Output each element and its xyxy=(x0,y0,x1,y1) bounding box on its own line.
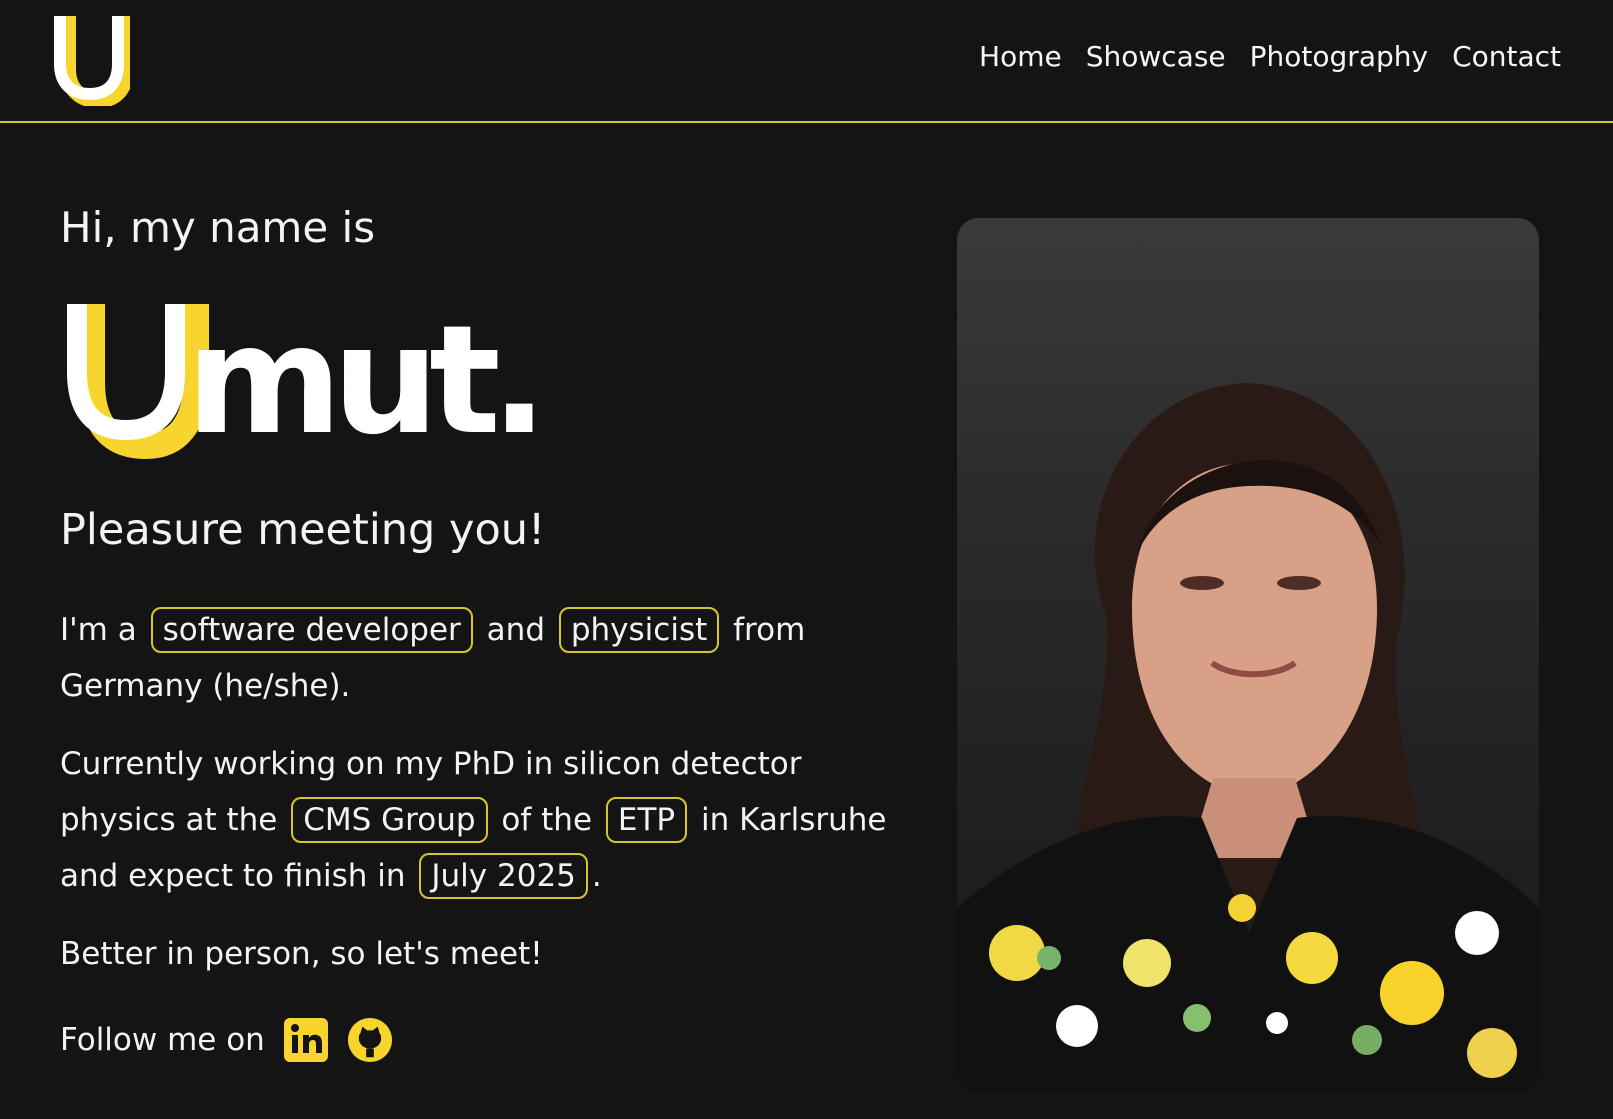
hero-name-text: mut. xyxy=(186,300,538,460)
software-developer-tag: software developer xyxy=(150,607,473,653)
nav-contact[interactable]: Contact xyxy=(1452,37,1561,77)
hero-name-graphic: mut. xyxy=(67,294,548,468)
hero-subtitle: Pleasure meeting you! xyxy=(60,505,546,555)
hero-greeting: Hi, my name is xyxy=(60,203,376,252)
finish-date-tag: July 2025 xyxy=(419,853,588,899)
intro-text-2: and xyxy=(486,612,545,648)
hero-section: Hi, my name is mut. Pleasure meeting you… xyxy=(60,200,920,1068)
nav-photography[interactable]: Photography xyxy=(1250,37,1428,77)
meet-text: Better in person, so let's meet! xyxy=(60,936,543,972)
profile-photo xyxy=(957,218,1539,1093)
cms-group-tag[interactable]: CMS Group xyxy=(291,797,488,843)
nav-home[interactable]: Home xyxy=(979,37,1062,77)
site-logo[interactable] xyxy=(54,14,134,109)
intro-text-1: I'm a xyxy=(60,612,137,648)
phd-text-2: of the xyxy=(501,802,593,838)
phd-paragraph: Currently working on my PhD in silicon d… xyxy=(60,736,920,904)
main-navigation: Home Showcase Photography Contact xyxy=(979,37,1561,77)
github-link[interactable] xyxy=(347,1017,393,1063)
follow-label: Follow me on xyxy=(60,1022,265,1058)
etp-tag[interactable]: ETP xyxy=(605,797,688,843)
portrait-image xyxy=(957,383,1539,1093)
intro-paragraph: I'm a software developer and physicist f… xyxy=(60,602,920,714)
physicist-tag: physicist xyxy=(558,607,720,653)
github-icon xyxy=(347,1017,392,1063)
nav-showcase[interactable]: Showcase xyxy=(1086,37,1226,77)
hero-name: mut. xyxy=(60,294,560,468)
logo-icon xyxy=(54,16,134,109)
header-bar: Home Showcase Photography Contact xyxy=(0,0,1613,123)
linkedin-icon xyxy=(283,1018,328,1062)
phd-text-4: . xyxy=(591,858,602,894)
linkedin-link[interactable] xyxy=(283,1017,329,1063)
social-row: Follow me on xyxy=(60,1012,920,1068)
